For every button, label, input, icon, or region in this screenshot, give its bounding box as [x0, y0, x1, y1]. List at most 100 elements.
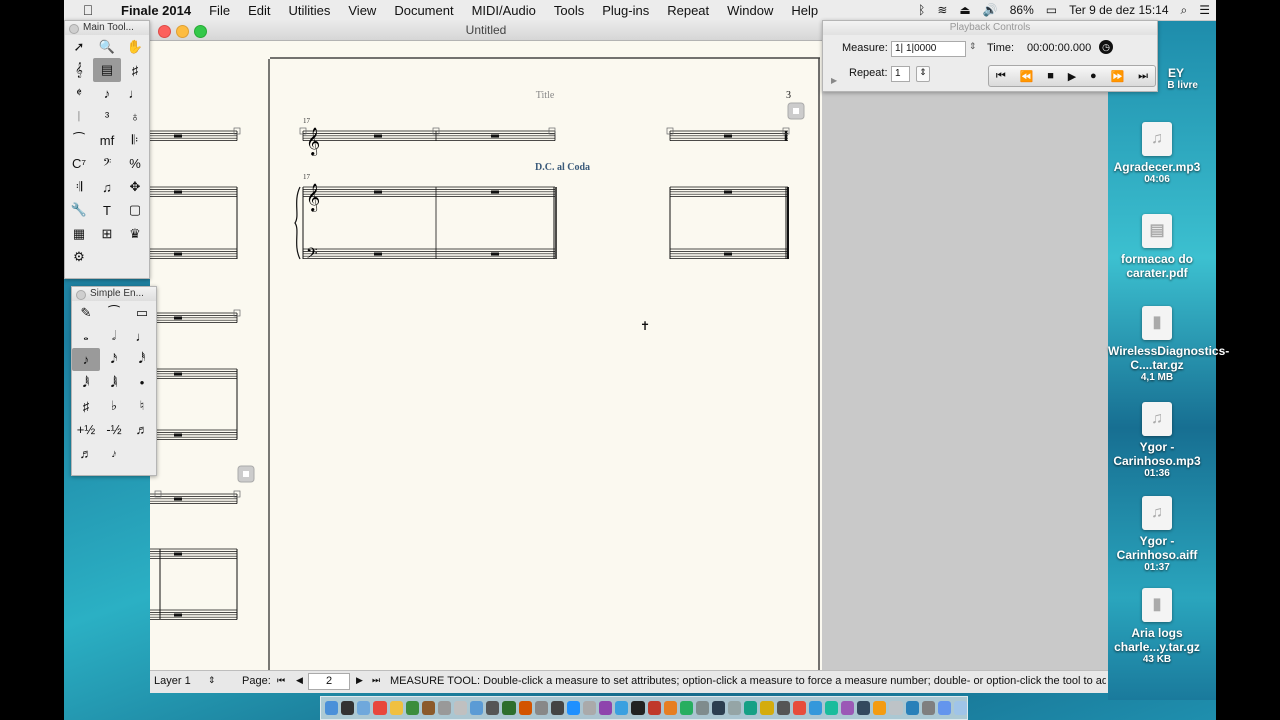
menu-tools[interactable]: Tools — [545, 3, 593, 18]
resize-tool-icon[interactable]: ⊞ — [93, 222, 121, 245]
palette-close-icon[interactable] — [76, 290, 86, 300]
graphics-tool-icon[interactable]: ♫ — [93, 175, 121, 198]
dock-app-icon[interactable] — [873, 701, 887, 715]
page-input[interactable]: 2 — [308, 673, 350, 690]
last-page-icon[interactable]: ⏭ — [372, 675, 380, 686]
spotlight-search-icon[interactable]: ⌕ — [1181, 3, 1188, 18]
tie-tool-icon[interactable]: ⁀ — [100, 301, 128, 324]
tuplet-notes-tool-icon[interactable]: ♬ — [128, 418, 156, 441]
clock-icon[interactable]: ◷ — [1099, 40, 1113, 54]
dock-app-icon[interactable] — [502, 701, 516, 715]
smart-shape-tool-icon[interactable]: ⁀ — [65, 129, 93, 152]
volume-icon[interactable]: 🔊 — [983, 3, 998, 17]
dock-app-icon[interactable] — [695, 701, 709, 715]
clef-tool-icon[interactable]: 𝄞 — [65, 58, 93, 81]
record-icon[interactable]: ● — [1090, 70, 1097, 82]
mirror-tool-icon[interactable]: 𝄇 — [65, 175, 93, 198]
dock-app-icon[interactable] — [663, 701, 677, 715]
menu-document[interactable]: Document — [385, 3, 462, 18]
desktop-file-audio[interactable]: ♫ Ygor - Carinhoso.aiff 01:37 — [1108, 496, 1206, 573]
layer-select-chevron-icon[interactable]: ⇕ — [208, 675, 216, 686]
selection-arrow-tool-icon[interactable]: ➚ — [65, 35, 93, 58]
desktop-file-archive[interactable]: ▮ Aria logs charle...y.tar.gz 43 KB — [1108, 588, 1206, 665]
quarter-note-tool-icon[interactable]: ♩ — [128, 324, 156, 347]
dock-app-icon[interactable] — [599, 701, 613, 715]
previous-page-icon[interactable]: ◀ — [296, 675, 303, 686]
staff-tool-icon[interactable]: ▤ — [93, 58, 121, 82]
dock-app-icon[interactable] — [550, 701, 564, 715]
eraser-tool-icon[interactable]: ✎ — [72, 301, 100, 324]
score-title[interactable]: Title — [536, 90, 555, 101]
ossia-tool-icon[interactable]: ⚙ — [65, 246, 93, 269]
dock-app-icon[interactable] — [905, 701, 919, 715]
menu-repeat[interactable]: Repeat — [658, 3, 718, 18]
menu-help[interactable]: Help — [782, 3, 827, 18]
lyrics-tool-icon[interactable]: 𝄢 — [93, 152, 121, 175]
eighth-note-tool-icon[interactable]: ♪ — [72, 347, 100, 372]
measure-stepper-icon[interactable]: ⇕ — [969, 41, 977, 52]
dc-al-coda-text[interactable]: D.C. al Coda — [535, 162, 590, 173]
half-step-down-tool-icon[interactable]: -½ — [100, 418, 128, 441]
dock-app-icon[interactable] — [454, 701, 468, 715]
dock-app-icon[interactable] — [824, 701, 838, 715]
simple-entry-titlebar[interactable]: Simple En... — [72, 287, 156, 301]
stop-icon[interactable]: ■ — [1047, 70, 1054, 82]
cue-note-tool-icon[interactable]: 𝆔 — [100, 441, 128, 464]
repeat-tool-icon[interactable]: 𝄆 — [121, 129, 149, 152]
desktop-file-archive[interactable]: ▮ WirelessDiagnostics-C....tar.gz 4,1 MB — [1108, 306, 1229, 383]
half-step-up-tool-icon[interactable]: +½ — [72, 418, 100, 441]
next-page-icon[interactable]: ▶ — [356, 675, 363, 686]
percent-measure-tool-icon[interactable]: % — [121, 152, 149, 175]
grace-note-tool-icon[interactable]: ♬ — [72, 441, 100, 464]
menu-view[interactable]: View — [339, 3, 385, 18]
thirty-second-note-tool-icon[interactable]: 𝅘𝅥𝅰 — [128, 348, 156, 371]
repeat-stepper-icon[interactable]: ⇕ — [916, 66, 930, 82]
dock-app-icon[interactable] — [518, 701, 532, 715]
notification-center-icon[interactable]: ☰ — [1199, 3, 1210, 17]
page-lock-icon[interactable] — [787, 102, 805, 120]
dock-app-icon[interactable] — [357, 701, 371, 715]
dock-app-icon[interactable] — [841, 701, 855, 715]
dock-app-icon[interactable] — [776, 701, 790, 715]
close-button[interactable] — [158, 25, 171, 38]
eject-icon[interactable]: ⏏ — [959, 3, 970, 17]
hyper-scribe-tool-icon[interactable]: 𝄀 — [65, 105, 93, 128]
half-note-tool-icon[interactable]: 𝅗𝅥 — [100, 324, 128, 347]
score-canvas[interactable]: Title 3 D.C. al Coda 17 17 ✝ 𝄞 𝄞 𝄢 — [150, 41, 820, 671]
dock-app-icon[interactable] — [631, 701, 645, 715]
dock-app-icon[interactable] — [857, 701, 871, 715]
dock-app-icon[interactable] — [728, 701, 742, 715]
app-menu[interactable]: Finale 2014 — [112, 3, 200, 18]
dock-app-icon[interactable] — [744, 701, 758, 715]
wifi-icon[interactable]: ≋ — [937, 3, 947, 17]
dock-app-icon[interactable] — [534, 701, 548, 715]
desktop-file-document[interactable]: ▤ formacao do carater.pdf — [1108, 214, 1206, 280]
dock-app-icon[interactable] — [953, 701, 967, 715]
repeat-input[interactable]: 1 — [891, 66, 910, 82]
apple-icon[interactable]:  — [64, 2, 112, 18]
menu-utilities[interactable]: Utilities — [279, 3, 339, 18]
page-layout-tool-icon[interactable]: ▢ — [121, 199, 149, 222]
hand-grabber-tool-icon[interactable]: ✋ — [121, 35, 149, 58]
sharp-tool-icon[interactable]: ♯ — [72, 395, 100, 418]
dock-app-icon[interactable] — [437, 701, 451, 715]
dock-app-icon[interactable] — [889, 701, 903, 715]
bluetooth-icon[interactable]: ᛒ — [918, 3, 925, 17]
rewind-icon[interactable]: ⏪ — [1020, 70, 1034, 83]
dock-app-icon[interactable] — [373, 701, 387, 715]
menu-plug-ins[interactable]: Plug-ins — [593, 3, 658, 18]
minimize-button[interactable] — [176, 25, 189, 38]
dock-app-icon[interactable] — [615, 701, 629, 715]
dock-app-icon[interactable] — [792, 701, 806, 715]
play-icon[interactable]: ▶ — [1068, 70, 1076, 83]
note-mover-tool-icon[interactable]: ✥ — [121, 175, 149, 198]
clock[interactable]: Ter 9 de dez 15:14 — [1069, 3, 1168, 17]
dock-app-icon[interactable] — [679, 701, 693, 715]
natural-tool-icon[interactable]: ♮ — [128, 395, 156, 418]
sixty-fourth-note-tool-icon[interactable]: 𝅘𝅥𝅱 — [72, 371, 100, 394]
desktop-partial-item[interactable]: EY B livre — [1108, 66, 1206, 91]
layer-select[interactable]: Layer 1 — [154, 675, 191, 687]
special-tools-tool-icon[interactable]: 🔧 — [65, 199, 93, 222]
desktop-file-audio[interactable]: ♫ Ygor - Carinhoso.mp3 01:36 — [1108, 402, 1206, 479]
dock-app-icon[interactable] — [760, 701, 774, 715]
